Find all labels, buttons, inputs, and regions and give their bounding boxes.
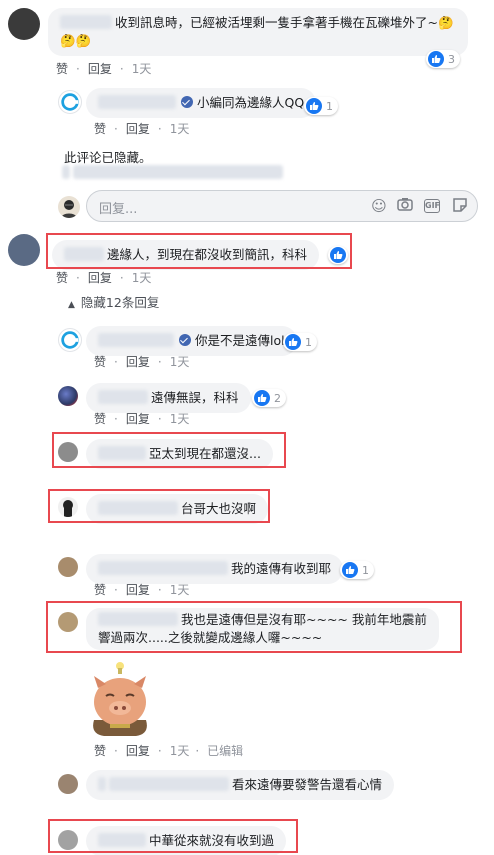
reply-link[interactable]: 回复	[126, 744, 150, 758]
reply-bubble: 我也是遠傳但是沒有耶~~~~ 我前年地震前 響過兩次.....之後就變成邊緣人囉…	[86, 608, 439, 650]
reaction-count[interactable]: 1	[304, 97, 338, 115]
gif-icon[interactable]: GIF	[424, 199, 440, 213]
reaction-count[interactable]: 2	[252, 389, 286, 407]
reply-bubble: 小編同為邊緣人QQ	[86, 88, 317, 118]
reply-text-line1: 我也是遠傳但是沒有耶~~~~ 我前年地震前	[181, 612, 427, 627]
avatar[interactable]	[58, 386, 78, 406]
edited-label: 已编辑	[207, 744, 244, 758]
reply-bubble: 我的遠傳有收到耶	[86, 554, 344, 584]
reply-input-placeholder: 回复...	[99, 202, 138, 217]
reaction-count[interactable]: 1	[283, 333, 317, 351]
timestamp[interactable]: 1天	[170, 122, 190, 136]
reaction-icon[interactable]	[328, 246, 348, 264]
hidden-comment-notice: 此评论已隐藏。	[64, 150, 152, 165]
reaction-count[interactable]: 1	[340, 561, 374, 579]
avatar[interactable]	[58, 442, 78, 462]
reply-link[interactable]: 回复	[88, 271, 112, 285]
like-link[interactable]: 赞	[94, 122, 106, 136]
like-link[interactable]: 赞	[94, 744, 106, 758]
avatar[interactable]	[58, 612, 78, 632]
comment-bubble: 邊緣人，到現在都沒收到簡訊，科科	[52, 240, 320, 270]
reply-bubble: 你是不是遠傳lol	[86, 326, 297, 356]
timestamp[interactable]: 1天	[170, 355, 190, 369]
timestamp[interactable]: 1天	[170, 744, 190, 758]
reply-text: 亞太到現在都還沒...	[149, 446, 261, 461]
current-user-avatar[interactable]	[58, 196, 80, 218]
page-logo-avatar[interactable]	[58, 328, 82, 352]
sticker-icon[interactable]	[451, 197, 469, 215]
like-icon	[285, 334, 301, 350]
comment-actions: 赞 · 回复 · 1天	[56, 62, 152, 76]
like-icon	[306, 98, 322, 114]
hidden-comment-blur	[62, 165, 286, 180]
avatar[interactable]	[8, 234, 40, 266]
page-logo-avatar[interactable]	[58, 90, 82, 114]
emoji-icon[interactable]: ☺	[370, 197, 388, 215]
reply-bubble: 亞太到現在都還沒...	[86, 439, 273, 469]
reply-link[interactable]: 回复	[126, 122, 150, 136]
reply-text: 遠傳無誤，科科	[151, 390, 239, 405]
reply-input[interactable]: 回复... ☺ GIF	[86, 190, 478, 222]
reply-bubble: 遠傳無誤，科科	[86, 383, 251, 413]
like-link[interactable]: 赞	[94, 412, 106, 426]
reply-text: 台哥大也沒啊	[181, 501, 257, 516]
reply-text-line2: 響過兩次.....之後就變成邊緣人囉~~~~	[98, 630, 323, 645]
reply-bubble: 看來遠傳要發警告還看心情	[86, 770, 395, 800]
reply-text: 中華從來就沒有收到過	[149, 833, 275, 848]
comment-actions: 赞 · 回复 · 1天	[56, 271, 152, 285]
comment-text: 收到訊息時，已經被活埋剩一隻手拿著手機在瓦礫堆外了~	[115, 15, 438, 30]
like-link[interactable]: 赞	[56, 271, 68, 285]
reply-link[interactable]: 回复	[126, 583, 150, 597]
reply-text: 我的遠傳有收到耶	[231, 561, 332, 576]
reply-link[interactable]: 回复	[126, 355, 150, 369]
avatar[interactable]	[58, 557, 78, 577]
timestamp[interactable]: 1天	[132, 62, 152, 76]
verified-badge-icon	[179, 334, 191, 346]
reply-bubble: 台哥大也沒啊	[86, 494, 269, 524]
reaction-number: 3	[448, 52, 455, 66]
reply-actions: 赞 · 回复 · 1天 · 已编辑	[94, 744, 244, 758]
reply-text: 小編同為邊緣人QQ	[197, 95, 305, 110]
reply-actions: 赞 · 回复 · 1天	[94, 583, 190, 597]
like-link[interactable]: 赞	[94, 583, 106, 597]
avatar[interactable]	[58, 774, 78, 794]
reply-bubble: 中華從來就沒有收到過	[86, 826, 287, 855]
like-icon	[428, 51, 444, 67]
comment-text: 邊緣人，到現在都沒收到簡訊，科科	[107, 247, 308, 262]
avatar[interactable]	[58, 497, 78, 517]
like-icon	[330, 247, 346, 263]
chevron-up-icon: ▲	[68, 300, 75, 310]
hide-replies-link[interactable]: ▲ 隐藏12条回复	[68, 292, 159, 311]
reply-actions: 赞 · 回复 · 1天	[94, 412, 190, 426]
comment-bubble: 收到訊息時，已經被活埋剩一隻手拿著手機在瓦礫堆外了~🤔🤔🤔	[48, 8, 468, 56]
reply-actions: 赞 · 回复 · 1天	[94, 122, 190, 136]
reply-text: 你是不是遠傳lol	[195, 333, 285, 348]
like-icon	[342, 562, 358, 578]
avatar[interactable]	[8, 8, 40, 40]
like-link[interactable]: 赞	[94, 355, 106, 369]
verified-badge-icon	[181, 96, 193, 108]
reply-link[interactable]: 回复	[126, 412, 150, 426]
timestamp[interactable]: 1天	[170, 412, 190, 426]
timestamp[interactable]: 1天	[170, 583, 190, 597]
pig-sticker[interactable]	[80, 662, 160, 738]
reply-link[interactable]: 回复	[88, 62, 112, 76]
camera-icon[interactable]	[396, 197, 414, 215]
reaction-count[interactable]: 3	[426, 50, 460, 68]
timestamp[interactable]: 1天	[132, 271, 152, 285]
reply-text: 看來遠傳要發警告還看心情	[232, 777, 383, 792]
reply-actions: 赞 · 回复 · 1天	[94, 355, 190, 369]
like-link[interactable]: 赞	[56, 62, 68, 76]
avatar[interactable]	[58, 830, 78, 850]
like-icon	[254, 390, 270, 406]
